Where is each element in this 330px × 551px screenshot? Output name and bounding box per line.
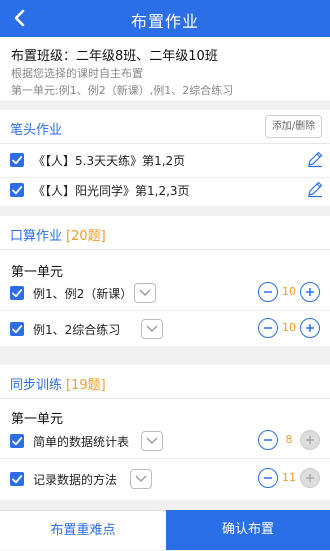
hint-text: 根据您选择的课时自主布置 [11,67,143,80]
minus-icon [264,439,272,441]
class-line: 布置班级：二年级8班、二年级10班 [11,49,218,64]
check-icon [12,475,23,484]
question-count: [19题] [66,378,106,393]
checkbox[interactable] [10,322,24,336]
section-header: 口算作业 [20题] [0,216,330,250]
chevron-down-icon [146,325,158,332]
quantity-value: 10 [282,321,296,334]
pen-homework-section: 笔头作业 添加/删除 《【人】5.3天天练》第1,2页 《【人】阳光同学》第1,… [0,110,330,206]
checkbox[interactable] [10,472,24,486]
list-item[interactable]: 例1、例2（新课） 10 [0,276,330,311]
section-title: 口算作业 [20题] [10,225,106,244]
check-icon [12,437,23,446]
quantity-value: 8 [285,433,293,446]
unit-summary: 第一单元:例1、例2（新课）,例1、2综合练习 [11,84,234,97]
chevron-down-icon [146,437,158,444]
section-title: 同步训练 [19题] [10,374,106,393]
item-label: 记录数据的方法 [33,473,118,487]
check-icon [12,325,23,334]
pencil-icon[interactable] [306,150,324,168]
plus-icon [306,324,314,332]
page-title: 布置作业 [130,12,199,31]
add-delete-button[interactable]: 添加/删除 [265,115,322,138]
list-item[interactable]: 简单的数据统计表 8 [0,424,330,459]
list-item[interactable]: 《【人】阳光同学》第1,2,3页 [0,173,330,207]
checkbox[interactable] [10,153,24,167]
dropdown-button[interactable] [130,469,152,489]
item-label: 例1、例2（新课） [33,287,133,301]
quantity-value: 11 [282,471,296,484]
decrement-button[interactable] [258,318,278,338]
plus-icon [306,288,314,296]
minus-icon [264,291,272,293]
decrement-button[interactable] [258,282,278,302]
checkbox[interactable] [10,286,24,300]
chevron-down-icon [139,289,151,296]
dropdown-button[interactable] [134,283,156,303]
section-title-text: 口算作业 [10,229,63,244]
item-label: 简单的数据统计表 [33,435,130,449]
check-icon [12,186,23,195]
section-header: 笔头作业 添加/删除 [0,110,330,144]
item-label: 《【人】阳光同学》第1,2,3页 [33,184,190,198]
chevron-down-icon [135,475,147,482]
confirm-assign-button[interactable]: 确认布置 [166,510,330,550]
section-header: 同步训练 [19题] [0,365,330,399]
checkbox[interactable] [10,434,24,448]
list-item[interactable]: 例1、2综合练习 10 [0,312,330,346]
dropdown-button[interactable] [141,431,163,451]
increment-button[interactable] [300,282,320,302]
minus-icon [264,327,272,329]
item-label: 例1、2综合练习 [33,323,121,337]
item-label: 《【人】5.3天天练》第1,2页 [33,154,186,168]
dropdown-button[interactable] [141,319,163,339]
app-header: 布置作业 [0,0,330,37]
check-icon [12,289,23,298]
quantity-value: 10 [282,285,296,298]
question-count: [20题] [66,229,106,244]
decrement-button[interactable] [258,468,278,488]
footer-bar: 布置重难点 确认布置 [0,510,330,550]
increment-button[interactable] [300,430,320,450]
list-item[interactable]: 记录数据的方法 11 [0,462,330,496]
checkbox[interactable] [10,183,24,197]
class-info-panel: 布置班级：二年级8班、二年级10班 根据您选择的课时自主布置 第一单元:例1、例… [0,37,330,101]
pencil-icon[interactable] [306,180,324,198]
decrement-button[interactable] [258,430,278,450]
minus-icon [264,477,272,479]
plus-icon [306,436,314,444]
increment-button[interactable] [300,468,320,488]
section-title: 笔头作业 [10,123,63,138]
plus-icon [306,474,314,482]
assign-key-points-button[interactable]: 布置重难点 [0,510,166,550]
check-icon [12,156,23,165]
oral-homework-section: 口算作业 [20题] 第一单元 例1、例2（新课） 10 例1、2综合练习 10 [0,216,330,346]
sync-training-section: 同步训练 [19题] 第一单元 简单的数据统计表 8 记录数据的方法 11 [0,365,330,500]
increment-button[interactable] [300,318,320,338]
section-title-text: 同步训练 [10,378,63,393]
